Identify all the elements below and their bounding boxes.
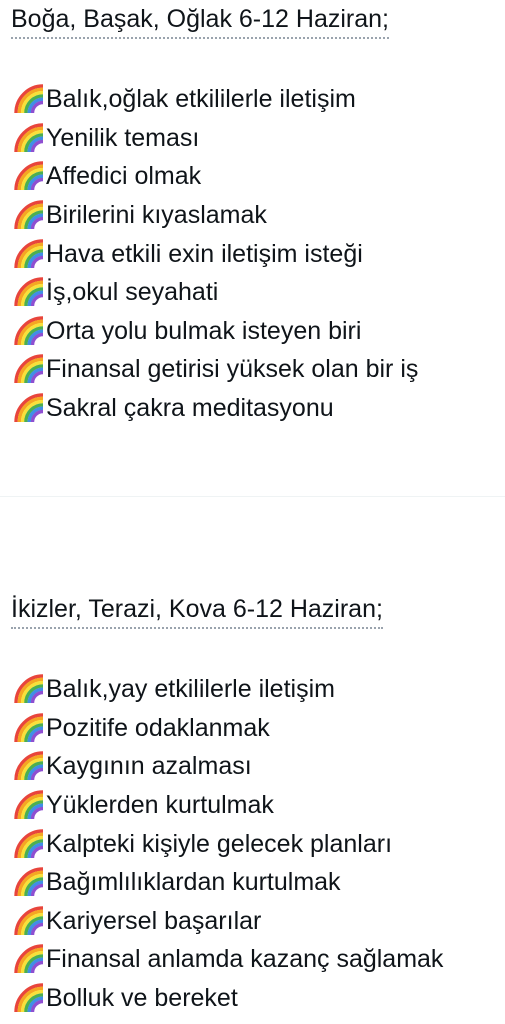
rainbow-icon xyxy=(14,674,46,704)
section-heading: Boğa, Başak, Oğlak 6-12 Haziran; xyxy=(11,2,389,39)
rainbow-icon xyxy=(14,161,46,191)
rainbow-icon xyxy=(14,123,46,153)
list-item-text: Kalpteki kişiyle gelecek planları xyxy=(46,829,393,858)
list-item-text: Balık,oğlak etkililerle iletişim xyxy=(46,85,356,114)
rainbow-icon xyxy=(14,790,46,820)
section-heading: İkizler, Terazi, Kova 6-12 Haziran; xyxy=(11,592,383,629)
list-item: Kariyersel başarılar xyxy=(14,902,443,941)
list-item: Sakral çakra meditasyonu xyxy=(14,389,418,428)
list-item: Finansal getirisi yüksek olan bir iş xyxy=(14,350,418,389)
list-item: Birilerini kıyaslamak xyxy=(14,196,418,235)
list-item-text: Affedici olmak xyxy=(46,162,202,191)
list-item-text: Yenilik teması xyxy=(46,123,200,152)
list-item-text: Bolluk ve bereket xyxy=(46,984,238,1013)
list-item-text: Finansal getirisi yüksek olan bir iş xyxy=(46,355,419,384)
list-item: Pozitife odaklanmak xyxy=(14,709,443,748)
rainbow-icon xyxy=(14,751,46,781)
rainbow-icon xyxy=(14,393,46,423)
rainbow-icon xyxy=(14,983,46,1013)
rainbow-icon xyxy=(14,867,46,897)
rainbow-icon xyxy=(14,944,46,974)
rainbow-icon xyxy=(14,829,46,859)
list-item-text: Bağımlılıklardan kurtulmak xyxy=(46,868,341,897)
list-item: Bağımlılıklardan kurtulmak xyxy=(14,863,443,902)
list-item: İş,okul seyahati xyxy=(14,273,418,312)
rainbow-icon xyxy=(14,239,46,269)
list-item-text: İş,okul seyahati xyxy=(46,278,219,307)
list-item-text: Finansal anlamda kazanç sağlamak xyxy=(46,945,444,974)
rainbow-icon xyxy=(14,277,46,307)
list-item: Balık,yay etkililerle iletişim xyxy=(14,670,443,709)
list-item-text: Pozitife odaklanmak xyxy=(46,713,270,742)
list-item-text: Hava etkili exin iletişim isteği xyxy=(46,239,363,268)
list-item-text: Kaygının azalması xyxy=(46,752,252,781)
list-item: Kaygının azalması xyxy=(14,747,443,786)
rainbow-icon xyxy=(14,84,46,114)
rainbow-icon xyxy=(14,200,46,230)
list-item-text: Kariyersel başarılar xyxy=(46,906,262,935)
list-item: Kalpteki kişiyle gelecek planları xyxy=(14,824,443,863)
list-item-text: Orta yolu bulmak isteyen biri xyxy=(46,316,362,345)
list-item-text: Balık,yay etkililerle iletişim xyxy=(46,675,335,704)
list-item-text: Birilerini kıyaslamak xyxy=(46,201,267,230)
item-list: Balık,yay etkililerle iletişim Pozitife … xyxy=(14,670,443,1017)
rainbow-icon xyxy=(14,354,46,384)
list-item: Yüklerden kurtulmak xyxy=(14,786,443,825)
section-divider xyxy=(0,496,505,497)
list-item: Balık,oğlak etkililerle iletişim xyxy=(14,80,418,119)
list-item: Finansal anlamda kazanç sağlamak xyxy=(14,940,443,979)
list-item-text: Sakral çakra meditasyonu xyxy=(46,394,334,423)
list-item: Hava etkili exin iletişim isteği xyxy=(14,234,418,273)
rainbow-icon xyxy=(14,906,46,936)
list-item: Bolluk ve bereket xyxy=(14,979,443,1018)
list-item-text: Yüklerden kurtulmak xyxy=(46,791,274,820)
list-item: Orta yolu bulmak isteyen biri xyxy=(14,312,418,351)
rainbow-icon xyxy=(14,713,46,743)
item-list: Balık,oğlak etkililerle iletişim Yenilik… xyxy=(14,80,418,427)
rainbow-icon xyxy=(14,316,46,346)
list-item: Yenilik teması xyxy=(14,119,418,158)
list-item: Affedici olmak xyxy=(14,157,418,196)
